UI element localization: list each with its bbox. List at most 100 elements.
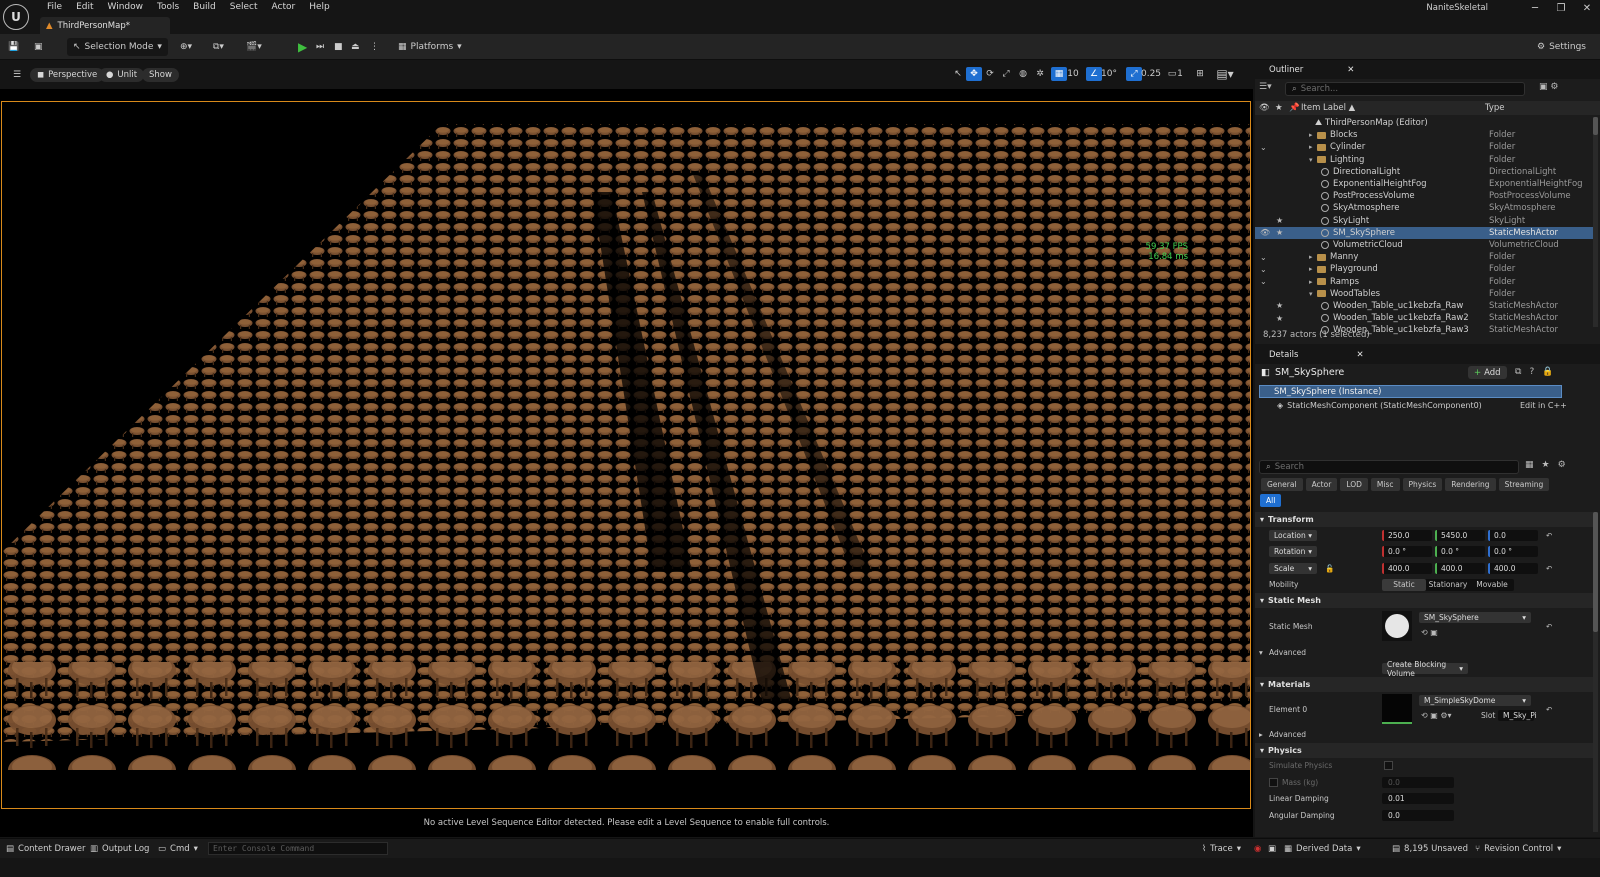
grid-snap-value[interactable]: 10	[1066, 67, 1080, 81]
outliner-tab[interactable]: Outliner ✕	[1255, 61, 1600, 79]
close-icon[interactable]: ✕	[1356, 350, 1363, 360]
angular-damping-input[interactable]: 0.0	[1382, 809, 1454, 821]
scale-x-input[interactable]: 400.0	[1382, 562, 1432, 574]
add-content-icon[interactable]: ⊕▾	[180, 38, 192, 56]
material-browse-icon[interactable]: ⟲ ▣ ⚙▾	[1421, 711, 1452, 720]
advanced-row[interactable]: ▾ Advanced	[1255, 644, 1593, 661]
details-tab[interactable]: Details ✕	[1255, 346, 1600, 364]
star-icon[interactable]: ★	[1276, 216, 1283, 225]
more-options-icon[interactable]: ⋮	[370, 38, 379, 56]
cinematics-icon[interactable]: 🎬▾	[246, 38, 262, 56]
menu-item-tools[interactable]: Tools	[150, 1, 186, 13]
outliner-row[interactable]: DirectionalLight DirectionalLight	[1255, 166, 1593, 178]
world-space-icon[interactable]: ◍	[1015, 67, 1031, 81]
rotation-snap-value[interactable]: 10°	[1101, 67, 1117, 81]
slot-input[interactable]: M_Sky_Pi	[1498, 710, 1537, 721]
tab-streaming[interactable]: Streaming	[1498, 478, 1550, 491]
help-icon[interactable]: ?	[1529, 367, 1534, 377]
chevron-right-icon[interactable]: ▸	[1309, 253, 1317, 261]
mass-checkbox[interactable]	[1269, 777, 1278, 787]
scrollbar-thumb[interactable]	[1593, 512, 1598, 632]
chevron-right-icon[interactable]: ▸	[1309, 278, 1317, 286]
location-dropdown[interactable]: Location ▾	[1269, 529, 1317, 541]
settings-button[interactable]: ⚙ Settings	[1537, 38, 1586, 56]
outliner-row[interactable]: ▸ Blocks Folder	[1255, 129, 1593, 141]
add-folder-icon[interactable]: ▣ ⚙	[1539, 82, 1558, 92]
chevron-right-icon[interactable]: ▸	[1309, 131, 1317, 139]
output-log-button[interactable]: ▥ Output Log	[90, 842, 149, 856]
scrollbar-thumb[interactable]	[1593, 117, 1598, 135]
outliner-row[interactable]: ⌄ ▸ Ramps Folder	[1255, 275, 1593, 287]
close-icon[interactable]: ✕	[1574, 0, 1600, 16]
simulate-physics-checkbox[interactable]	[1384, 761, 1393, 771]
gear-icon[interactable]: ⚙	[1558, 460, 1566, 470]
selection-mode-dropdown[interactable]: ↖ Selection Mode ▾	[67, 38, 168, 56]
translate-tool-icon[interactable]: ✥	[966, 67, 982, 81]
tab-misc[interactable]: Misc	[1370, 478, 1400, 491]
record-icon[interactable]: ◉	[1254, 842, 1261, 856]
filter-icon[interactable]: ☰▾	[1259, 82, 1279, 92]
perspective-button[interactable]: ◼ Perspective	[30, 68, 105, 82]
outliner-scrollbar[interactable]	[1593, 117, 1598, 327]
content-drawer-button[interactable]: ▤ Content Drawer	[6, 842, 85, 856]
outliner-row[interactable]: 👁 ★ SM_SkySphere StaticMeshActor	[1255, 226, 1593, 239]
console-input[interactable]: Enter Console Command	[208, 842, 388, 855]
browse-icon[interactable]: ▣	[34, 38, 43, 56]
star-icon[interactable]: ★	[1276, 314, 1283, 323]
rotation-x-input[interactable]: 0.0 °	[1382, 546, 1432, 558]
mesh-thumbnail[interactable]	[1382, 611, 1412, 641]
rotation-y-input[interactable]: 0.0 °	[1435, 546, 1485, 558]
level-tab[interactable]: ▲ ThirdPersonMap*	[40, 17, 170, 34]
edit-cpp-link[interactable]: Edit in C++	[1520, 401, 1567, 410]
step-icon[interactable]: ⏭	[316, 38, 324, 56]
tab-all[interactable]: All	[1260, 494, 1282, 507]
lock-icon[interactable]: 🔒	[1542, 367, 1553, 377]
star-icon[interactable]: ★	[1276, 228, 1283, 237]
surface-snap-icon[interactable]: ✲	[1032, 67, 1048, 81]
trace-button[interactable]: ⌇ Trace ▾	[1202, 842, 1241, 856]
cmd-dropdown[interactable]: ▭ Cmd ▾	[158, 842, 198, 856]
reset-icon[interactable]: ↶	[1546, 622, 1552, 631]
outliner-row[interactable]: ★ SkyLight SkyLight	[1255, 215, 1593, 227]
chevron-down-icon[interactable]: ▾	[1309, 290, 1317, 298]
rotation-snap-icon[interactable]: ∠	[1086, 67, 1102, 81]
outliner-row[interactable]: ⌄ ▸ Playground Folder	[1255, 263, 1593, 275]
level-viewport[interactable]: ☰ ◼ Perspective ● Unlit Show ↖ ✥ ⟳ ⤢ ◍ ✲…	[0, 61, 1253, 837]
outliner-row[interactable]: ⌄ ▸ Manny Folder	[1255, 251, 1593, 263]
outliner-row[interactable]: SkyAtmosphere SkyAtmosphere	[1255, 202, 1593, 214]
mobility-static[interactable]: Static	[1382, 578, 1426, 591]
outliner-row[interactable]: ★ Wooden_Table_uc1kebzfa_Raw StaticMeshAct…	[1255, 300, 1593, 312]
add-component-button[interactable]: + Add	[1468, 366, 1507, 379]
menu-item-actor[interactable]: Actor	[265, 1, 303, 13]
details-scrollbar[interactable]	[1593, 512, 1598, 832]
outliner-row[interactable]: PostProcessVolume PostProcessVolume	[1255, 190, 1593, 202]
static-mesh-section[interactable]: ▾ Static Mesh	[1255, 593, 1593, 608]
chevron-right-icon[interactable]: ▸	[1309, 143, 1317, 151]
tab-physics[interactable]: Physics	[1402, 478, 1443, 491]
play-icon[interactable]: ▶	[298, 38, 307, 56]
menu-item-select[interactable]: Select	[223, 1, 265, 13]
scale-dropdown[interactable]: Scale ▾	[1269, 562, 1317, 574]
reset-icon[interactable]: ↶	[1546, 564, 1552, 573]
unreal-logo-icon[interactable]: U	[3, 4, 29, 30]
physics-section[interactable]: ▾ Physics	[1255, 742, 1593, 758]
outliner-row[interactable]: ▾ Lighting Folder	[1255, 154, 1593, 166]
location-y-input[interactable]: 5450.0	[1435, 529, 1485, 541]
outliner-row[interactable]: VolumetricCloud VolumetricCloud	[1255, 239, 1593, 251]
eject-icon[interactable]: ⏏	[351, 38, 360, 56]
camera-speed-value[interactable]: 1	[1175, 67, 1185, 81]
rotation-dropdown[interactable]: Rotation ▾	[1269, 546, 1317, 558]
mobility-stationary[interactable]: Stationary	[1426, 579, 1470, 591]
details-search-input[interactable]: ⌕ Search	[1259, 460, 1519, 474]
star-icon[interactable]: ★	[1542, 460, 1550, 470]
star-icon[interactable]: ★	[1275, 103, 1283, 113]
view-mode-button[interactable]: ● Unlit	[99, 68, 145, 82]
material-thumbnail[interactable]	[1382, 694, 1412, 724]
collapse-icon[interactable]: ⌄	[1260, 277, 1267, 286]
browse-icon[interactable]: ⟲ ▣	[1421, 628, 1438, 637]
mobility-movable[interactable]: Movable	[1470, 579, 1514, 591]
linear-damping-input[interactable]: 0.01	[1382, 793, 1454, 805]
material-dropdown[interactable]: M_SimpleSkyDome ▾	[1419, 695, 1531, 706]
transform-section[interactable]: ▾ Transform	[1255, 512, 1593, 527]
location-x-input[interactable]: 250.0	[1382, 529, 1432, 541]
